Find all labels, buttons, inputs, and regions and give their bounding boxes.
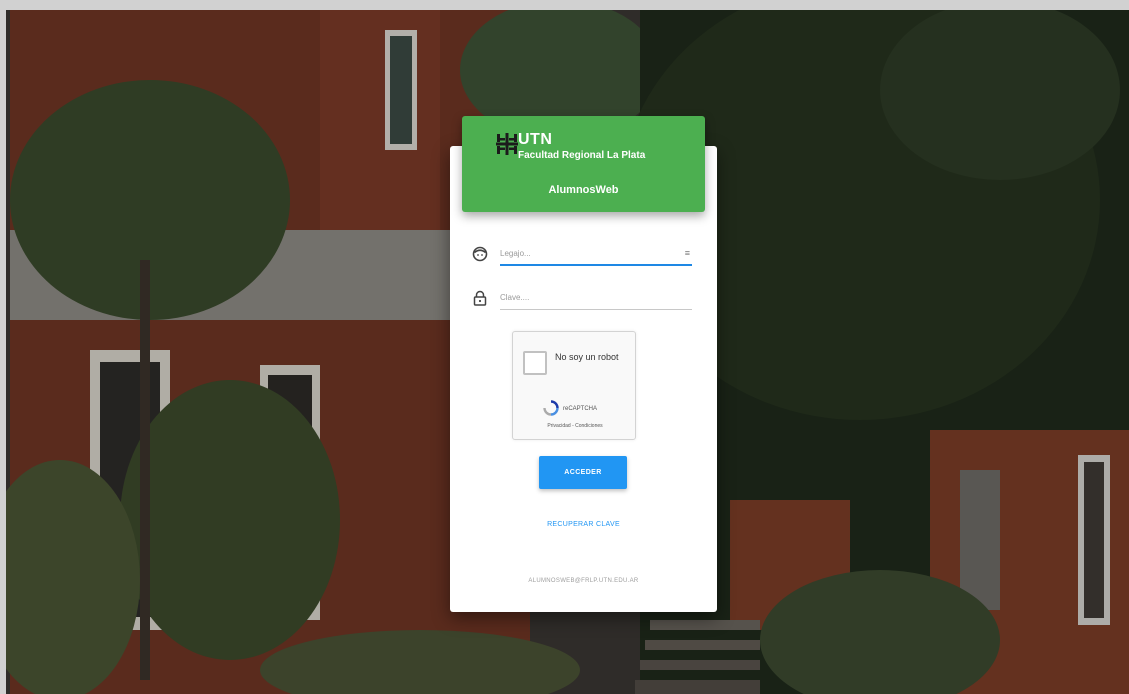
recaptcha-logo-icon xyxy=(543,400,559,416)
password-field xyxy=(470,284,692,316)
brand-name: UTN xyxy=(518,131,553,148)
user-field: ≡ xyxy=(470,240,692,272)
user-face-icon xyxy=(472,246,488,262)
lock-icon xyxy=(473,290,487,306)
contact-email: ALUMNOSWEB@FRLP.UTN.EDU.AR xyxy=(528,578,639,584)
recaptcha-label: No soy un robot xyxy=(555,352,619,362)
utn-logo-icon xyxy=(496,133,518,155)
brand-subtitle: Facultad Regional La Plata xyxy=(518,150,646,161)
recaptcha-terms-link[interactable]: Privacidad - Condiciones xyxy=(513,423,637,429)
recaptcha-brand: reCAPTCHA xyxy=(563,406,598,412)
recaptcha-checkbox[interactable] xyxy=(523,351,547,375)
password-input[interactable] xyxy=(500,286,692,310)
acceder-button[interactable]: ACCEDER xyxy=(539,456,627,489)
menu-grip-icon[interactable]: ≡ xyxy=(685,248,690,258)
user-input[interactable] xyxy=(500,242,692,266)
recover-password-link[interactable]: RECUPERAR CLAVE xyxy=(450,521,717,528)
app-title: AlumnosWeb xyxy=(548,184,619,196)
login-header: UTN Facultad Regional La Plata AlumnosWe… xyxy=(462,116,705,212)
recaptcha-widget: No soy un robot reCAPTCHA Privacidad - C… xyxy=(512,331,636,440)
